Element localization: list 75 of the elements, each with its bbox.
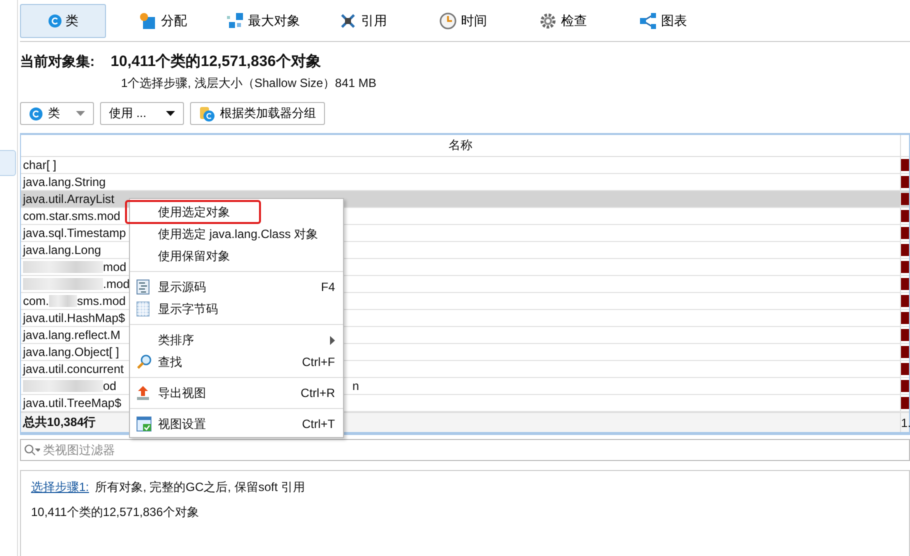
arrows-icon [339,12,357,30]
menu-item[interactable]: 使用选定 java.lang.Class 对象 [130,223,343,245]
tab[interactable]: 最大对象 [220,4,306,38]
table-cell: java.lang.Object[ ] [23,345,120,359]
object-count: 10,411个类的12,571,836个对象 [31,504,200,521]
tab[interactable]: 引用 [320,4,406,38]
table-cell: char[ ] [23,158,56,172]
size-bar [901,159,909,171]
grid-icon [136,301,150,317]
caret-icon [76,111,85,116]
upload-icon [136,385,150,401]
table-cell: java.lang.String [23,175,106,189]
table-cell: com.star.sms.mod [23,209,120,223]
size-bar [901,363,909,375]
size-bar [901,210,909,222]
size-bar [901,397,909,409]
size-bar [901,261,909,273]
group-by-loader-button[interactable]: 根据类加载器分组 [190,102,325,125]
summary-value: 10,411个类的12,571,836个对象 [110,52,321,71]
search-icon [24,444,40,456]
table-cell: java.lang.reflect.M [23,328,120,342]
size-bar [901,346,909,358]
step-description: 所有对象, 完整的GC之后, 保留soft 引用 [95,479,306,496]
graph-icon [639,12,657,30]
summary-label: 当前对象集: [20,53,95,71]
size-bar [901,295,909,307]
size-bar [901,329,909,341]
table-cell: .mod [103,277,130,291]
menu-item[interactable]: 视图设置 Ctrl+T [130,413,343,435]
size-bar [901,176,909,188]
submenu-arrow-icon [330,336,335,344]
class-icon [29,106,43,120]
document-icon [136,279,150,295]
size-bar [901,278,909,290]
tab[interactable]: 类 [20,4,106,38]
group-dropdown[interactable]: 类 [20,102,94,125]
table-row[interactable]: char[ ] [21,157,909,174]
table-cell: java.util.HashMap$ [23,311,126,325]
table-cell: java.lang.Long [23,243,102,257]
side-tab[interactable] [0,150,16,176]
tab[interactable]: 检查 [520,4,606,38]
blocks-icon [226,12,244,30]
summary-detail: 1个选择步骤, 浅层大小（Shallow Size）841 MB [121,76,376,90]
table-cell: od [103,379,116,393]
magnifier-icon [136,354,152,370]
allocation-icon [139,12,157,30]
tab[interactable]: 时间 [420,4,506,38]
redaction-block [49,295,78,307]
size-bar [901,244,909,256]
filter-field[interactable]: 类视图过滤器 [20,439,910,461]
total-rows: 总共10,384行 [23,414,96,431]
view-check-icon [136,416,152,432]
table-cell: n [352,379,360,393]
tab[interactable]: 分配 [120,4,206,38]
size-bar [901,193,909,205]
gear-icon [539,12,557,30]
loader-icon [199,106,215,122]
table-cell: 1. [901,416,910,430]
table-cell: java.util.TreeMap$ [23,396,122,410]
table-cell: mod [103,260,126,274]
caret-icon [166,111,175,116]
clock-icon [439,12,457,30]
use-dropdown[interactable]: 使用 ... [100,102,184,125]
size-bar [901,227,909,239]
table-cell: com. [23,294,50,308]
table-cell: java.sql.Timestamp [23,226,126,240]
class-icon [48,14,62,28]
column-header[interactable]: 名称 [21,135,900,156]
table-cell: java.util.ArrayList [23,192,114,206]
size-bar [901,312,909,324]
size-bar [901,380,909,392]
table-cell: java.util.concurrent [23,362,124,376]
table-cell: sms.mod [77,294,126,308]
tab[interactable]: 图表 [620,4,706,38]
step-link[interactable]: 选择步骤1: [31,479,90,496]
